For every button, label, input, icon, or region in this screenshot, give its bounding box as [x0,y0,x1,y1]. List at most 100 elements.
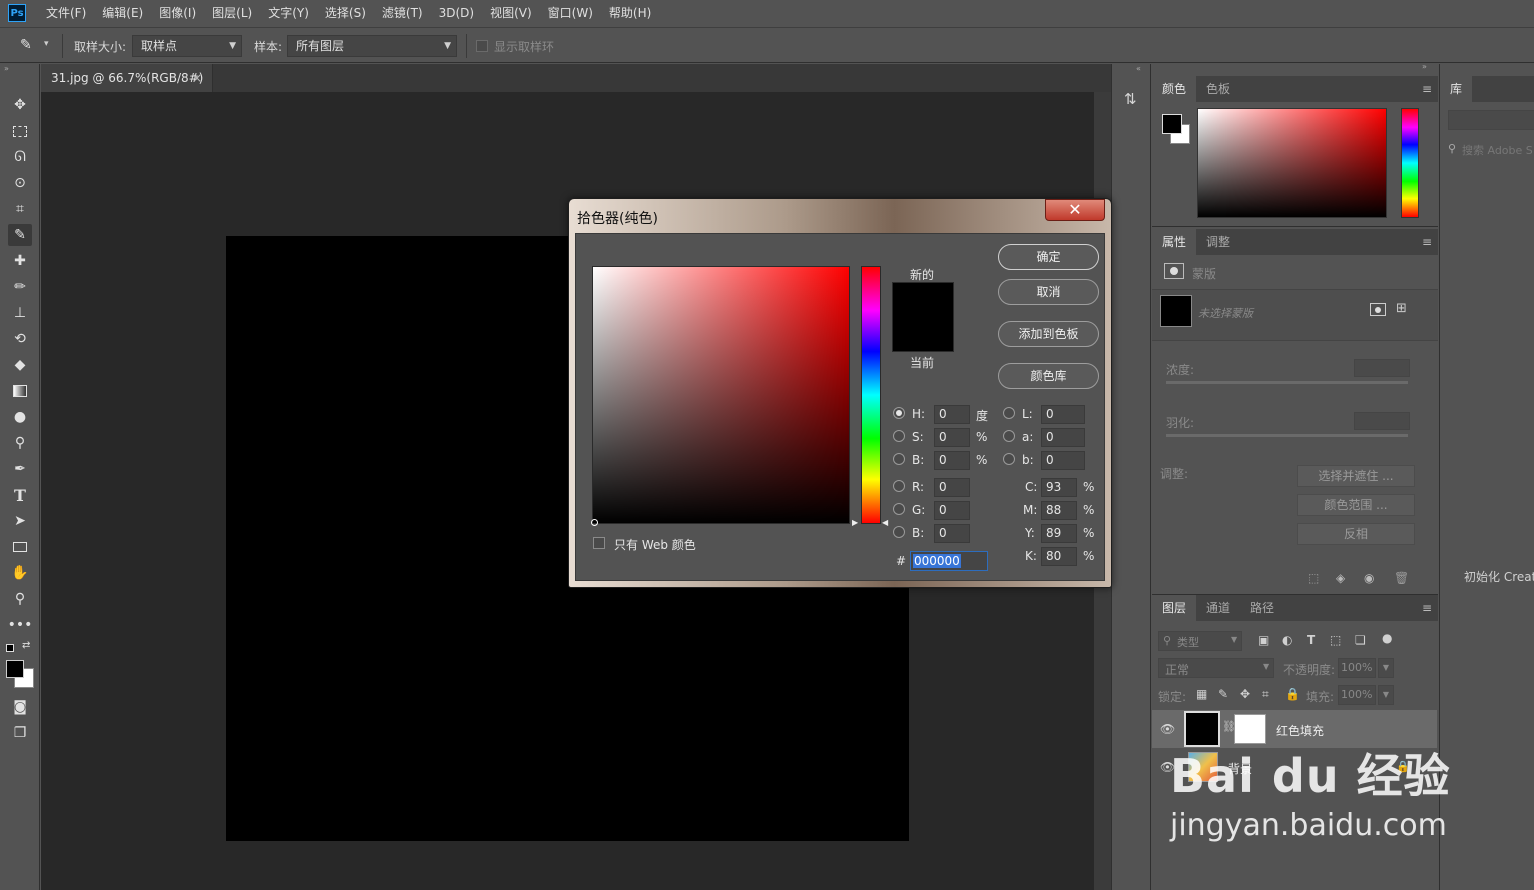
hex-input[interactable]: 000000 [910,551,988,571]
color-range-button[interactable]: 颜色范围 ... [1297,494,1415,516]
menu-view[interactable]: 视图(V) [482,0,540,26]
tab-swatches[interactable]: 色板 [1196,76,1240,102]
tab-paths[interactable]: 路径 [1240,595,1284,621]
hand-tool-icon[interactable]: ✋ [8,562,32,584]
blur-tool-icon[interactable]: ● [8,406,32,428]
filter-pixel-icon[interactable]: ▣ [1258,633,1269,647]
swap-colors-icon[interactable]: ⇄ [22,640,30,651]
pen-tool-icon[interactable]: ✒ [8,458,32,480]
opacity-chevron-icon[interactable]: ▼ [1378,658,1394,678]
menu-type[interactable]: 文字(Y) [260,0,317,26]
filter-adjustment-icon[interactable]: ◐ [1282,633,1292,647]
hue-slider[interactable] [861,266,881,524]
show-ring-checkbox[interactable] [476,40,488,52]
lock-artboard-icon[interactable]: ⌗ [1262,687,1269,702]
radio-g[interactable] [893,503,905,515]
menu-window[interactable]: 窗口(W) [540,0,601,26]
color-libraries-button[interactable]: 颜色库 [998,363,1099,389]
crop-tool-icon[interactable]: ⌗ [8,198,32,220]
saturation-brightness-field[interactable] [592,266,850,524]
hue-slider-right-arrow-icon[interactable]: ◀ [882,518,888,527]
filter-toggle-icon[interactable]: ● [1382,631,1392,645]
a-input[interactable]: 0 [1041,428,1085,447]
menu-3d[interactable]: 3D(D) [431,0,482,26]
menu-layer[interactable]: 图层(L) [204,0,260,26]
lock-position-icon[interactable]: ✥ [1240,687,1250,701]
path-select-tool-icon[interactable]: ➤ [8,510,32,532]
brightness-input[interactable]: 0 [934,451,970,470]
hue-slider[interactable] [1401,108,1419,218]
density-field[interactable] [1354,359,1410,377]
eye-icon[interactable]: 👁 [1160,722,1175,736]
radio-s[interactable] [893,430,905,442]
m-input[interactable]: 88 [1041,501,1077,520]
trash-icon[interactable]: 🗑 [1394,571,1409,585]
gradient-tool-icon[interactable] [8,380,32,402]
lock-pixels-icon[interactable]: ✎ [1218,687,1228,701]
collapse-icon[interactable]: « [1136,64,1141,73]
healing-brush-tool-icon[interactable]: ✚ [8,250,32,272]
radio-h[interactable] [893,407,905,419]
invert-button[interactable]: 反相 [1297,523,1415,545]
history-brush-tool-icon[interactable]: ⟲ [8,328,32,350]
tab-adjustments[interactable]: 调整 [1196,229,1240,255]
y-input[interactable]: 89 [1041,524,1077,543]
layer-filter-select[interactable]: ⚲ 类型 ▼ [1158,631,1242,651]
tab-channels[interactable]: 通道 [1196,595,1240,621]
cancel-button[interactable]: 取消 [998,279,1099,305]
tab-layers[interactable]: 图层 [1152,595,1197,621]
color-ramp[interactable] [1197,108,1387,218]
tab-library[interactable]: 库 [1440,76,1473,102]
r-input[interactable]: 0 [934,478,970,497]
density-slider[interactable] [1166,381,1408,384]
panel-menu-icon[interactable]: ≡ [1422,601,1432,615]
menu-file[interactable]: 文件(F) [38,0,94,26]
eyedropper-icon[interactable]: ✎ [20,37,32,53]
tool-preset-chevron-icon[interactable]: ▾ [44,39,49,49]
default-colors-icon[interactable] [6,644,14,652]
pixel-mask-icon[interactable] [1370,303,1386,316]
library-select[interactable] [1448,110,1534,130]
history-panel-icon[interactable]: ⇅ [1124,90,1137,108]
g-input[interactable]: 0 [934,501,970,520]
menu-help[interactable]: 帮助(H) [601,0,659,26]
radio-l[interactable] [1003,407,1015,419]
feather-field[interactable] [1354,412,1410,430]
foreground-color-swatch[interactable] [1162,114,1182,134]
l-input[interactable]: 0 [1041,405,1085,424]
foreground-color-swatch[interactable] [6,660,24,678]
radio-a[interactable] [1003,430,1015,442]
collapse-icon[interactable]: » [4,64,9,73]
eyedropper-tool-icon[interactable]: ✎ [8,224,32,246]
b-input[interactable]: 0 [934,524,970,543]
opacity-field[interactable]: 100% [1338,658,1376,678]
filter-shape-icon[interactable]: ⬚ [1330,633,1341,647]
sample-size-select[interactable]: 取样点 ▼ [132,35,242,57]
fill-chevron-icon[interactable]: ▼ [1378,685,1394,705]
lock-all-icon[interactable]: 🔒 [1285,687,1300,701]
c-input[interactable]: 93 [1041,478,1077,497]
color-picker-marker[interactable] [591,519,598,526]
select-and-mask-button[interactable]: 选择并遮住 ... [1297,465,1415,487]
quick-select-tool-icon[interactable]: ⊙ [8,172,32,194]
add-to-swatches-button[interactable]: 添加到色板 [998,321,1099,347]
h-input[interactable]: 0 [934,405,970,424]
rectangle-tool-icon[interactable] [8,536,32,558]
hue-slider-left-arrow-icon[interactable]: ▶ [852,518,858,527]
lab-b-input[interactable]: 0 [1041,451,1085,470]
marquee-tool-icon[interactable] [8,120,32,142]
panel-menu-icon[interactable]: ≡ [1422,235,1432,249]
zoom-tool-icon[interactable]: ⚲ [8,588,32,610]
eraser-tool-icon[interactable]: ◆ [8,354,32,376]
vector-mask-icon[interactable]: ⊞ [1396,301,1407,316]
radio-brightness[interactable] [893,453,905,465]
stamp-tool-icon[interactable]: ⊥ [8,302,32,324]
brush-tool-icon[interactable]: ✏ [8,276,32,298]
fill-field[interactable]: 100% [1338,685,1376,705]
filter-smart-object-icon[interactable]: ❏ [1355,633,1366,647]
library-search-input[interactable]: 搜索 Adobe S [1462,142,1533,158]
menu-filter[interactable]: 滤镜(T) [374,0,431,26]
radio-lab-b[interactable] [1003,453,1015,465]
s-input[interactable]: 0 [934,428,970,447]
lock-transparency-icon[interactable]: ▦ [1196,687,1207,701]
